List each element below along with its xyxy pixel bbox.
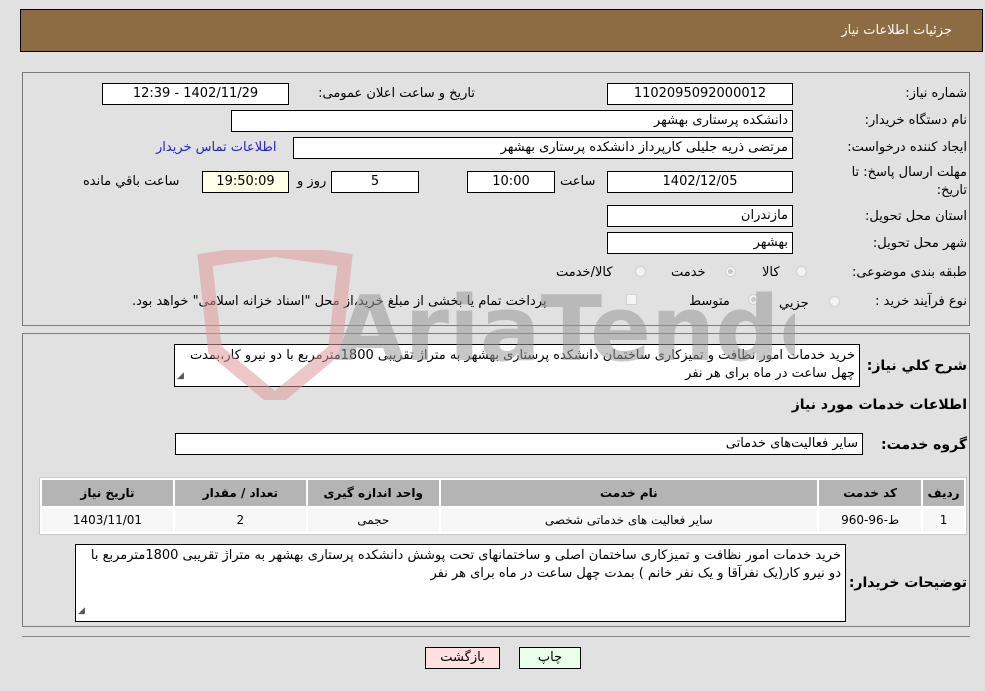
deadline-label-line2: تاریخ: — [936, 183, 967, 198]
requester-field[interactable]: مرتضی ذریه جلیلی کارپرداز دانشکده پرستار… — [293, 137, 793, 159]
deadline-days-label: روز و — [297, 174, 327, 189]
buyer-notes-label: توضیحات خریدار: — [848, 575, 967, 591]
process-option-medium: متوسط — [689, 294, 730, 309]
summary-text: خرید خدمات امور نظافت و تمیزکاری ساختمان… — [189, 348, 855, 381]
cell-service-code: ط-96-960 — [818, 508, 922, 532]
deadline-label-line1: مهلت ارسال پاسخ: تا — [851, 165, 967, 180]
province-label: استان محل تحویل: — [865, 209, 967, 224]
deadline-time-label: ساعت — [560, 174, 596, 189]
col-service-code: کد خدمت — [818, 480, 922, 506]
need-number-field[interactable]: 1102095092000012 — [607, 83, 793, 105]
process-radio-minor[interactable] — [829, 296, 840, 307]
table-header-row: ردیف کد خدمت نام خدمت واحد اندازه گیری ت… — [42, 480, 964, 506]
need-number-label: شماره نیاز: — [905, 86, 967, 101]
category-radio-goods[interactable] — [796, 266, 807, 277]
resize-grip-icon[interactable]: ◢ — [78, 602, 85, 620]
cell-need-date: 1403/11/01 — [42, 508, 173, 532]
deadline-time-field[interactable]: 10:00 — [467, 171, 555, 193]
cell-row-number: 1 — [923, 508, 964, 532]
buyer-org-field[interactable]: دانشکده پرستاری بهشهر — [231, 110, 793, 132]
province-field[interactable]: مازندران — [607, 205, 793, 227]
deadline-days-field[interactable]: 5 — [331, 171, 419, 193]
buyer-contact-link[interactable]: اطلاعات تماس خریدار — [156, 140, 276, 155]
back-button[interactable]: بازگشت — [425, 647, 500, 669]
process-type-label: نوع فرآیند خرید : — [875, 294, 967, 309]
page-header: جزئيات اطلاعات نیاز — [20, 9, 983, 52]
process-option-minor: جزیي — [779, 296, 809, 311]
page-title: جزئيات اطلاعات نیاز — [841, 23, 952, 38]
col-quantity: تعداد / مقدار — [174, 480, 306, 506]
bottom-divider — [22, 636, 970, 637]
col-unit: واحد اندازه گیری — [307, 480, 439, 506]
treasury-note: پرداخت تمام یا بخشی از مبلغ خرید،از محل … — [132, 294, 547, 309]
category-option-service: خدمت — [671, 265, 706, 280]
category-option-goods-service: کالا/خدمت — [556, 265, 613, 280]
service-group-field[interactable]: سایر فعالیت‌های خدماتی — [175, 433, 863, 455]
col-need-date: تاریخ نیاز — [42, 480, 173, 506]
treasury-checkbox[interactable] — [626, 294, 637, 305]
summary-label: شرح کلي نیاز: — [866, 358, 967, 374]
table-row: 1 ط-96-960 سایر فعالیت های خدماتی شخصی ح… — [42, 508, 964, 532]
cell-unit: حجمی — [307, 508, 439, 532]
cell-quantity: 2 — [174, 508, 306, 532]
category-radio-service[interactable] — [725, 266, 736, 277]
summary-textarea[interactable]: خرید خدمات امور نظافت و تمیزکاری ساختمان… — [174, 344, 860, 387]
remaining-time-field: 19:50:09 — [202, 171, 289, 193]
category-label: طبقه بندی موضوعی: — [851, 265, 967, 280]
service-group-label: گروه خدمت: — [881, 437, 967, 453]
col-service-name: نام خدمت — [440, 480, 817, 506]
services-table: ردیف کد خدمت نام خدمت واحد اندازه گیری ت… — [39, 477, 967, 535]
print-button[interactable]: چاپ — [519, 647, 581, 669]
city-field[interactable]: بهشهر — [607, 232, 793, 254]
deadline-date-field[interactable]: 1402/12/05 — [607, 171, 793, 193]
services-section-title: اطلاعات خدمات مورد نیاز — [791, 397, 967, 413]
category-option-goods: کالا — [762, 265, 780, 280]
city-label: شهر محل تحویل: — [872, 236, 967, 251]
buyer-org-label: نام دستگاه خریدار: — [864, 113, 967, 128]
resize-grip-icon[interactable]: ◢ — [177, 367, 184, 385]
remaining-time-label: ساعت باقي مانده — [83, 174, 180, 189]
col-row-number: ردیف — [923, 480, 964, 506]
buyer-notes-text: خرید خدمات امور نظافت و تمیزکاری ساختمان… — [90, 548, 841, 581]
buyer-notes-textarea[interactable]: خرید خدمات امور نظافت و تمیزکاری ساختمان… — [75, 544, 846, 622]
announce-datetime-label: تاریخ و ساعت اعلان عمومی: — [318, 86, 475, 101]
category-radio-goods-service[interactable] — [635, 266, 646, 277]
cell-service-name: سایر فعالیت های خدماتی شخصی — [440, 508, 817, 532]
process-radio-medium[interactable] — [748, 294, 759, 305]
requester-label: ایجاد کننده درخواست: — [847, 140, 967, 155]
announce-datetime-field[interactable]: 1402/11/29 - 12:39 — [102, 83, 289, 105]
